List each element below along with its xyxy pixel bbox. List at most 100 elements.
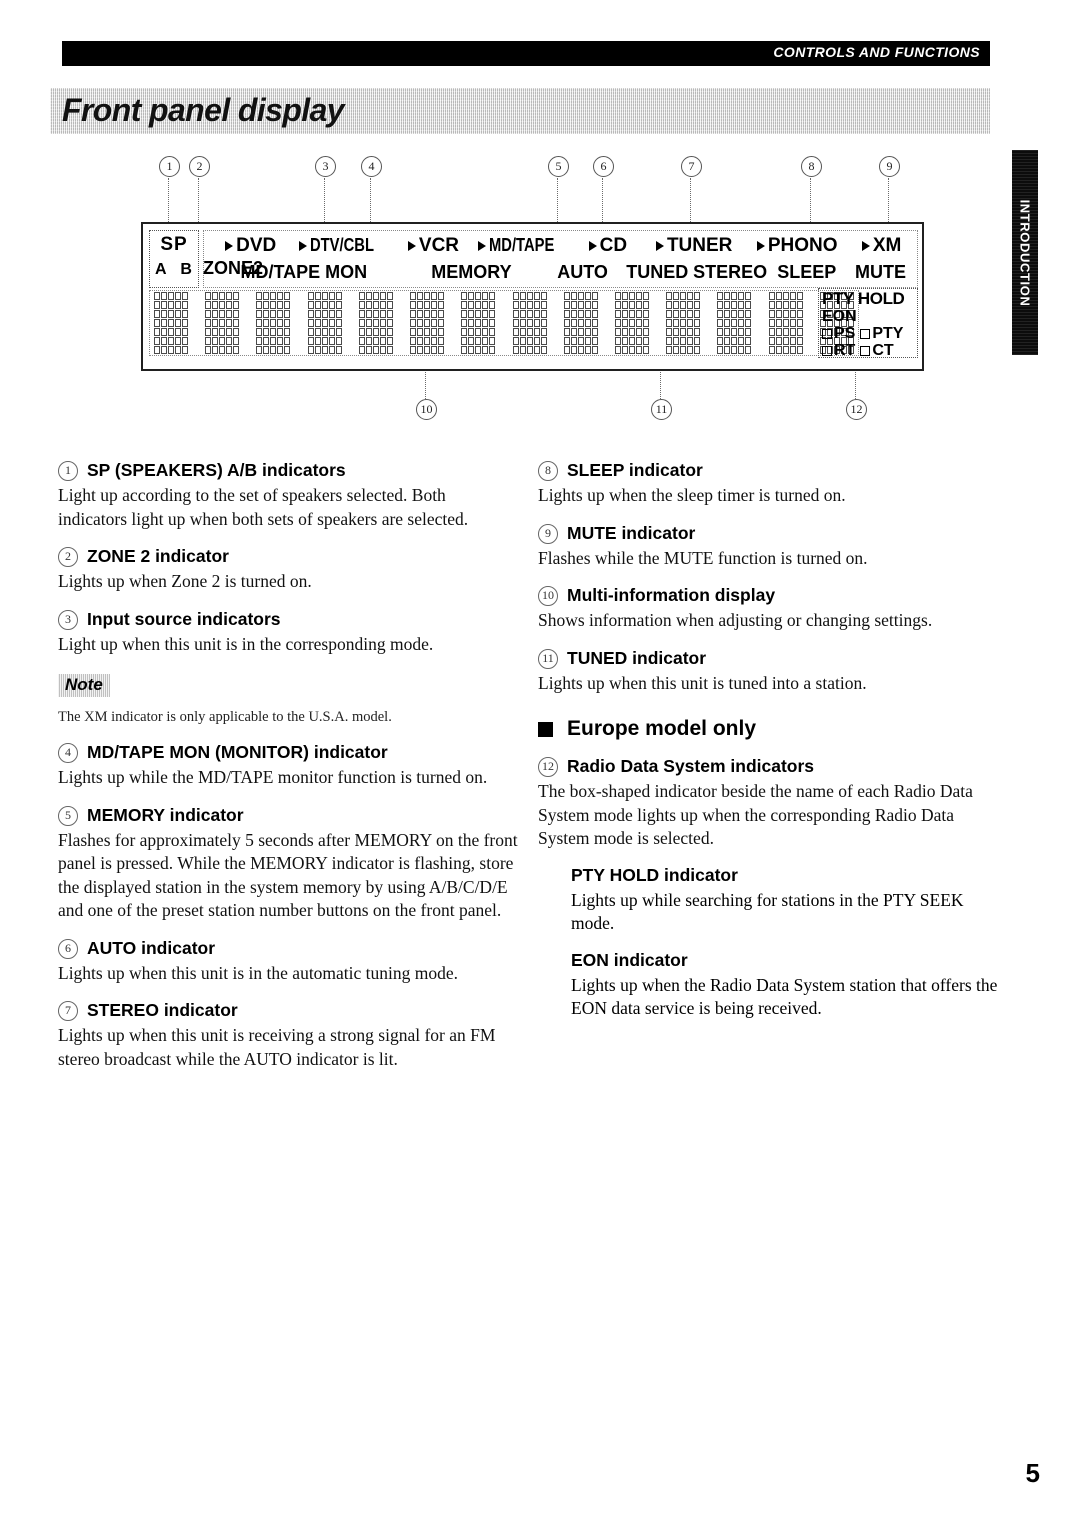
matrix-dot [168, 301, 174, 309]
matrix-dot [205, 301, 212, 309]
matrix-dot [621, 346, 628, 354]
matrix-dot [687, 328, 694, 336]
matrix-dot [386, 346, 393, 354]
matrix-dot [680, 337, 687, 345]
callout-number: 7 [681, 156, 702, 177]
matrix-dot [666, 337, 673, 345]
matrix-dot [768, 337, 775, 345]
manual-entry-title: 5 MEMORY indicator [58, 804, 518, 826]
matrix-dot [256, 328, 263, 336]
matrix-dot [277, 301, 284, 309]
matrix-dot [328, 310, 335, 318]
matrix-dot [642, 292, 649, 300]
source-indicator-label: VCR [418, 234, 460, 256]
matrix-dot [789, 337, 796, 345]
callout-number: 12 [846, 399, 867, 420]
matrix-dot [154, 310, 160, 318]
matrix-dot [614, 292, 621, 300]
matrix-dot [591, 337, 598, 345]
matrix-character-cell [154, 292, 188, 354]
rt-box-icon [822, 345, 832, 356]
matrix-dot [358, 337, 365, 345]
matrix-dot [673, 292, 680, 300]
source-indicator-phono: PHONO [746, 235, 848, 257]
matrix-dot [263, 310, 270, 318]
matrix-dot [182, 337, 188, 345]
matrix-dot [768, 346, 775, 354]
matrix-dot [563, 346, 570, 354]
matrix-dot [642, 337, 649, 345]
matrix-dot [175, 319, 181, 327]
matrix-dot [321, 310, 328, 318]
pty-indicator: PTY [860, 325, 903, 342]
status-indicator-memory: MEMORY [431, 261, 512, 282]
matrix-dot [666, 328, 673, 336]
matrix-dot [314, 337, 321, 345]
matrix-dot [717, 310, 724, 318]
matrix-dot [386, 310, 393, 318]
matrix-dot [680, 346, 687, 354]
matrix-dot [386, 319, 393, 327]
matrix-dot [789, 328, 796, 336]
matrix-dot [335, 328, 342, 336]
ps-indicator: PS [822, 325, 855, 342]
matrix-dot [219, 301, 226, 309]
matrix-dot [635, 337, 642, 345]
matrix-dot [738, 328, 745, 336]
right-items-group-1: 8 SLEEP indicator Lights up when the sleep… [538, 459, 998, 695]
matrix-dot [256, 292, 263, 300]
matrix-dot [673, 346, 680, 354]
matrix-dot [328, 319, 335, 327]
source-indicator-md-tape: MD/TAPE [473, 235, 573, 256]
matrix-dot [745, 319, 752, 327]
callout-number: 4 [361, 156, 382, 177]
matrix-dot [410, 346, 417, 354]
matrix-dot [270, 310, 277, 318]
matrix-dot [358, 301, 365, 309]
manual-sub-entry-title: EON indicator [571, 949, 688, 970]
matrix-dot [424, 346, 431, 354]
matrix-dot [263, 337, 270, 345]
matrix-dot [577, 292, 584, 300]
matrix-dot [796, 346, 803, 354]
matrix-dot [680, 310, 687, 318]
matrix-dot [284, 337, 291, 345]
input-source-indicator-row: DVD DTV/CBL VCR MD/TAPE CD TUNER PHONO XM [208, 232, 915, 259]
matrix-dot [782, 319, 789, 327]
matrix-dot [175, 310, 181, 318]
entry-number-badge: 11 [538, 648, 558, 669]
europe-model-heading-label: Europe model only [567, 717, 757, 740]
matrix-dot [768, 301, 775, 309]
matrix-dot [372, 319, 379, 327]
manual-entry: 4 MD/TAPE MON (MONITOR) indicator Lights u… [58, 741, 518, 790]
manual-entry-body: Lights up when this unit is in the autom… [58, 962, 459, 983]
manual-entry-body: Flashes for approximately 5 seconds afte… [58, 829, 518, 921]
callout-marker-2: 2 [189, 156, 210, 177]
matrix-dot [489, 328, 496, 336]
matrix-dot [475, 319, 482, 327]
callout-number: 9 [879, 156, 900, 177]
multi-information-display-matrix [149, 290, 859, 356]
matrix-dot [438, 310, 445, 318]
matrix-dot [205, 319, 212, 327]
matrix-dot [745, 292, 752, 300]
matrix-dot [745, 346, 752, 354]
matrix-dot [307, 328, 314, 336]
matrix-dot [775, 337, 782, 345]
manual-entry: 3 Input source indicators Light up when th… [58, 608, 518, 657]
matrix-dot [226, 346, 233, 354]
callout-leader-line-10 [425, 367, 427, 399]
source-indicator-cd: CD [574, 235, 643, 257]
matrix-dot [584, 346, 591, 354]
matrix-dot [219, 346, 226, 354]
matrix-dot [540, 346, 547, 354]
matrix-dot [379, 310, 386, 318]
sp-speakers-indicator-box: SP A B [149, 230, 199, 288]
manual-entry-title-text: TUNED indicator [567, 647, 707, 668]
entry-number-badge: 3 [58, 609, 78, 630]
matrix-dot [519, 328, 526, 336]
matrix-dot [526, 328, 533, 336]
manual-entry-title: 1 SP (SPEAKERS) A/B indicators [58, 459, 518, 481]
ps-label: PS [834, 325, 856, 342]
matrix-dot [277, 337, 284, 345]
